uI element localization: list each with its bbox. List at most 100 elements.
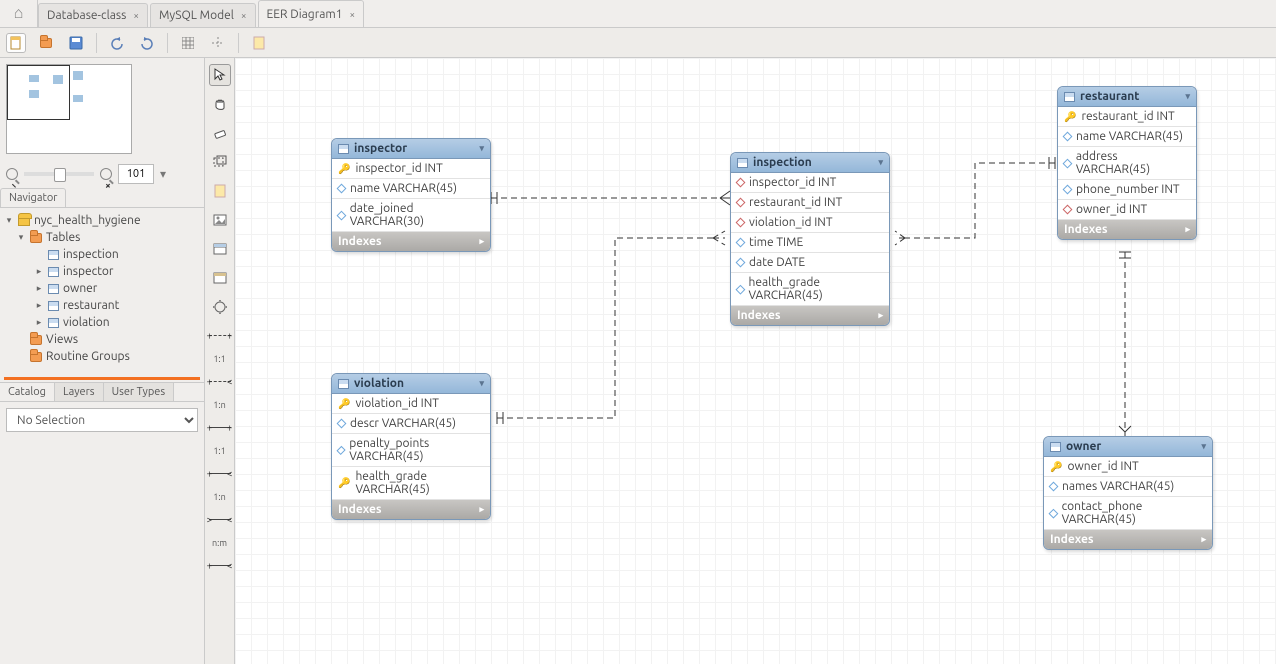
diagram-canvas[interactable]: inspector▾ 🔑inspector_id INT name VARCHA…: [235, 58, 1276, 664]
indexes-row[interactable]: Indexes▸: [1044, 530, 1212, 549]
close-icon[interactable]: ×: [350, 9, 356, 20]
chevron-down-icon[interactable]: ▾: [1185, 91, 1190, 102]
selection-dropdown[interactable]: No Selection: [6, 408, 198, 432]
entity-restaurant[interactable]: restaurant▾ 🔑restaurant_id INT name VARC…: [1057, 86, 1197, 240]
undo-button[interactable]: [107, 33, 127, 53]
indexes-row[interactable]: Indexes▸: [1058, 220, 1196, 239]
note-tool[interactable]: [209, 180, 231, 202]
column-row[interactable]: address VARCHAR(45): [1058, 147, 1196, 180]
column-row[interactable]: 🔑restaurant_id INT: [1058, 107, 1196, 127]
hand-tool[interactable]: [209, 93, 231, 115]
panel-divider[interactable]: [4, 377, 200, 380]
entity-header[interactable]: inspection▾: [731, 153, 889, 173]
column-row[interactable]: contact_phone VARCHAR(45): [1044, 497, 1212, 530]
column-row[interactable]: 🔑health_grade VARCHAR(45): [332, 467, 490, 500]
column-row[interactable]: inspector_id INT: [731, 173, 889, 193]
column-row[interactable]: name VARCHAR(45): [332, 179, 490, 199]
pointer-tool[interactable]: [209, 64, 231, 86]
schema-node[interactable]: ▾nyc_health_hygiene: [0, 212, 204, 229]
column-row[interactable]: name VARCHAR(45): [1058, 127, 1196, 147]
zoom-input[interactable]: [118, 164, 154, 184]
rel-1-n-nonid[interactable]: +<: [209, 371, 231, 393]
chevron-down-icon[interactable]: ▾: [878, 157, 883, 168]
column-row[interactable]: phone_number INT: [1058, 180, 1196, 200]
zoom-slider[interactable]: [24, 172, 94, 176]
indexes-row[interactable]: Indexes▸: [332, 500, 490, 519]
table-tool[interactable]: [209, 238, 231, 260]
chevron-down-icon[interactable]: ▾: [479, 378, 484, 389]
open-file-button[interactable]: [36, 33, 56, 53]
close-icon[interactable]: ×: [133, 10, 139, 21]
column-row[interactable]: 🔑inspector_id INT: [332, 159, 490, 179]
table-violation[interactable]: ▸violation: [0, 314, 204, 331]
column-row[interactable]: date DATE: [731, 253, 889, 273]
align-toggle[interactable]: [208, 33, 228, 53]
views-node[interactable]: Views: [0, 331, 204, 348]
home-tab[interactable]: ⌂: [0, 0, 38, 27]
tab-eer-diagram[interactable]: EER Diagram1×: [258, 0, 365, 27]
table-icon: [48, 267, 59, 277]
zoom-dropdown[interactable]: ▾: [160, 167, 166, 181]
indexes-row[interactable]: Indexes▸: [731, 306, 889, 325]
entity-owner[interactable]: owner▾ 🔑owner_id INT names VARCHAR(45) c…: [1043, 436, 1213, 550]
entity-inspection[interactable]: inspection▾ inspector_id INT restaurant_…: [730, 152, 890, 326]
table-restaurant[interactable]: ▸restaurant: [0, 297, 204, 314]
routines-node[interactable]: Routine Groups: [0, 348, 204, 365]
navigator-tab[interactable]: Navigator: [0, 188, 66, 207]
eraser-tool[interactable]: [209, 122, 231, 144]
rel-1-1-nonid[interactable]: ++: [209, 325, 231, 347]
column-row[interactable]: date_joined VARCHAR(30): [332, 199, 490, 232]
layer-tool[interactable]: [209, 151, 231, 173]
entity-header[interactable]: restaurant▾: [1058, 87, 1196, 107]
entity-header[interactable]: violation▾: [332, 374, 490, 394]
diamond-icon: [337, 210, 347, 220]
column-row[interactable]: health_grade VARCHAR(45): [731, 273, 889, 306]
column-row[interactable]: descr VARCHAR(45): [332, 414, 490, 434]
column-text: address VARCHAR(45): [1076, 150, 1190, 176]
tab-database-class[interactable]: Database-class×: [38, 3, 148, 27]
table-inspector[interactable]: ▸inspector: [0, 263, 204, 280]
redo-button[interactable]: [137, 33, 157, 53]
catalog-tab[interactable]: Catalog: [0, 383, 55, 401]
column-row[interactable]: names VARCHAR(45): [1044, 477, 1212, 497]
save-button[interactable]: [66, 33, 86, 53]
entity-violation[interactable]: violation▾ 🔑violation_id INT descr VARCH…: [331, 373, 491, 520]
new-file-button[interactable]: [6, 33, 26, 53]
diamond-icon: [1063, 205, 1073, 215]
table-owner[interactable]: ▸owner: [0, 280, 204, 297]
rel-n-m[interactable]: ><: [209, 509, 231, 531]
chevron-right-icon: ▸: [1201, 534, 1206, 545]
rel-1-n-id[interactable]: +<: [209, 463, 231, 485]
tab-mysql-model[interactable]: MySQL Model×: [150, 3, 256, 27]
entity-inspector[interactable]: inspector▾ 🔑inspector_id INT name VARCHA…: [331, 138, 491, 252]
rel-existing[interactable]: +<: [209, 555, 231, 577]
layers-tab[interactable]: Layers: [55, 383, 104, 401]
table-inspection[interactable]: inspection: [0, 246, 204, 263]
column-row[interactable]: 🔑owner_id INT: [1044, 457, 1212, 477]
notation-button[interactable]: [249, 33, 269, 53]
close-icon[interactable]: ×: [241, 10, 247, 21]
column-row[interactable]: violation_id INT: [731, 213, 889, 233]
zoom-in-button[interactable]: [100, 168, 112, 180]
entity-header[interactable]: inspector▾: [332, 139, 490, 159]
chevron-down-icon[interactable]: ▾: [479, 143, 484, 154]
column-row[interactable]: penalty_points VARCHAR(45): [332, 434, 490, 467]
column-row[interactable]: time TIME: [731, 233, 889, 253]
entity-header[interactable]: owner▾: [1044, 437, 1212, 457]
zoom-out-button[interactable]: [6, 168, 18, 180]
column-text: descr VARCHAR(45): [350, 417, 456, 430]
chevron-down-icon[interactable]: ▾: [1201, 441, 1206, 452]
routine-tool[interactable]: [209, 296, 231, 318]
column-row[interactable]: restaurant_id INT: [731, 193, 889, 213]
tree-label: Tables: [46, 231, 80, 244]
usertypes-tab[interactable]: User Types: [104, 383, 175, 401]
image-tool[interactable]: [209, 209, 231, 231]
indexes-row[interactable]: Indexes▸: [332, 232, 490, 251]
column-row[interactable]: 🔑violation_id INT: [332, 394, 490, 414]
grid-toggle[interactable]: [178, 33, 198, 53]
column-row[interactable]: owner_id INT: [1058, 200, 1196, 220]
rel-1-1-id[interactable]: ++: [209, 417, 231, 439]
tables-node[interactable]: ▾Tables: [0, 229, 204, 246]
minimap[interactable]: [6, 64, 132, 154]
view-tool[interactable]: [209, 267, 231, 289]
